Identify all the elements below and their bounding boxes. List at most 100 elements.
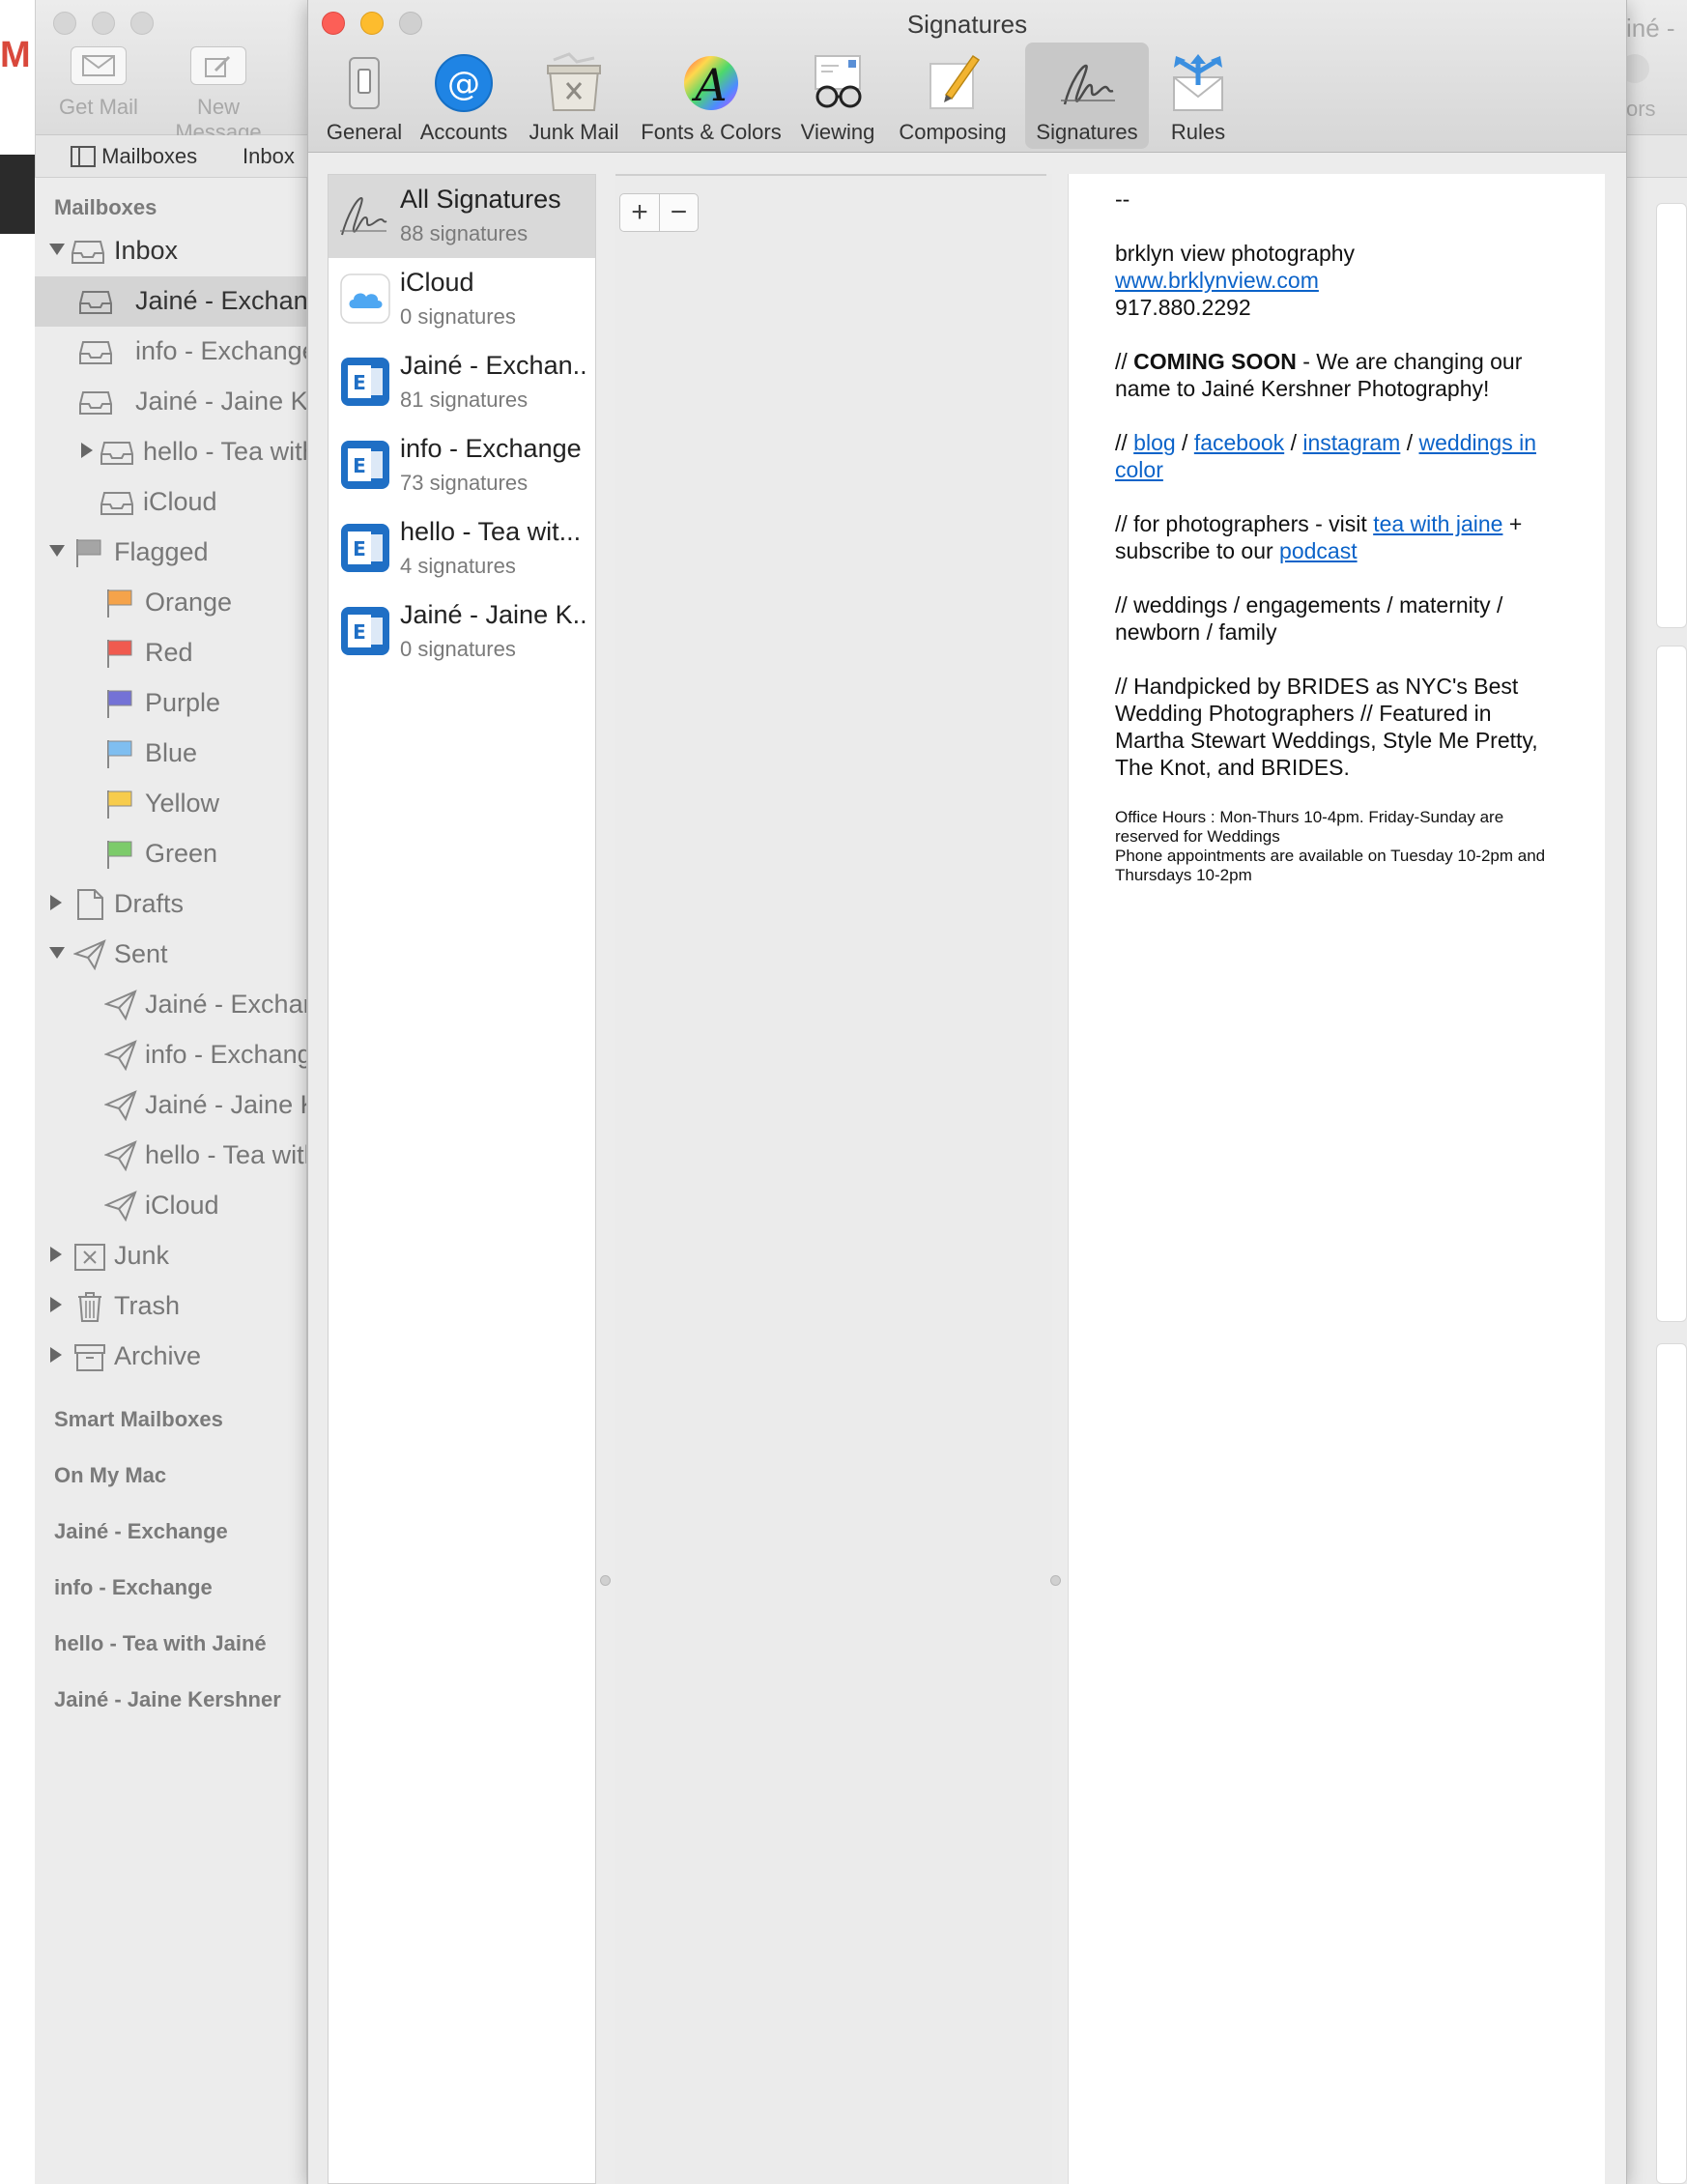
message-card-partial[interactable]: [1656, 203, 1687, 628]
account-row-hello-tea[interactable]: E hello - Tea wit... 4 signatures: [329, 507, 595, 590]
trash-can-icon: [78, 1292, 101, 1322]
sidebar-item-flag-green[interactable]: Green: [35, 829, 306, 879]
sidebar-item-label: Purple: [145, 688, 221, 717]
signature-website-link[interactable]: www.brklynview.com: [1115, 268, 1319, 293]
disclosure-closed-icon[interactable]: [48, 1295, 64, 1314]
sidebar-item-flag-blue[interactable]: Blue: [35, 729, 306, 779]
signature-list-pane: + −: [615, 174, 1052, 2184]
sidebar-item-label: Junk: [114, 1241, 170, 1270]
disclosure-open-icon[interactable]: [48, 240, 66, 259]
tab-label: Viewing: [800, 120, 875, 144]
account-row-info-exchange[interactable]: E info - Exchange 73 signatures: [329, 424, 595, 507]
main-zoom-button[interactable]: [130, 12, 154, 35]
junk-bin-icon: [74, 1244, 105, 1271]
signature-preview[interactable]: -- brklyn view photography www.brklynvie…: [1068, 174, 1605, 2184]
sidebar-item-sent-jaine-exchange[interactable]: Jainé - Exchange: [35, 980, 306, 1030]
mailboxes-toggle-button[interactable]: Mailboxes: [71, 144, 197, 169]
pane-resize-handle[interactable]: [600, 1575, 611, 1586]
svg-text:E: E: [353, 454, 366, 477]
new-message-button[interactable]: New Message: [156, 46, 281, 145]
tab-accounts[interactable]: @ Accounts: [415, 43, 513, 149]
tab-signatures[interactable]: Signatures: [1025, 43, 1149, 149]
inbox-tray-icon: [79, 341, 112, 364]
remove-signature-button[interactable]: −: [659, 194, 698, 231]
sidebar-item-sent-icloud[interactable]: iCloud: [35, 1181, 306, 1231]
tab-junk-mail[interactable]: Junk Mail: [523, 43, 625, 149]
disclosure-closed-icon[interactable]: [48, 893, 64, 912]
sent-paper-plane-icon: [104, 1090, 137, 1121]
sidebar-item-sent[interactable]: Sent: [35, 930, 306, 980]
sidebar-item-label: Green: [145, 839, 218, 868]
inbox-tab[interactable]: Inbox: [243, 144, 295, 169]
sidebar-item-flag-red[interactable]: Red: [35, 628, 306, 678]
tab-composing[interactable]: Composing: [890, 43, 1015, 149]
main-close-button[interactable]: [53, 12, 76, 35]
account-row-jaine-exchange[interactable]: E Jainé - Exchan... 81 signatures: [329, 341, 595, 424]
message-card-partial[interactable]: [1656, 646, 1687, 1322]
sidebar-item-label: Flagged: [114, 537, 209, 566]
sidebar-item-label: Sent: [114, 939, 168, 968]
inbox-tab-label: Inbox: [243, 144, 295, 168]
sidebar-item-inbox-info-exchange[interactable]: info - Exchange: [35, 327, 306, 377]
sent-paper-plane-icon: [104, 990, 137, 1020]
facebook-link[interactable]: facebook: [1194, 430, 1284, 455]
sidebar-item-label: iCloud: [145, 1191, 219, 1220]
signatures-preferences-window: Signatures General @ Accounts Junk Mail …: [307, 0, 1627, 2184]
inbox-tray-icon: [79, 391, 112, 415]
sidebar-item-sent-hello-tea[interactable]: hello - Tea with Jainé: [35, 1131, 306, 1181]
separator: /: [1400, 430, 1419, 455]
sidebar-item-flag-yellow[interactable]: Yellow: [35, 779, 306, 829]
disclosure-open-icon[interactable]: [48, 943, 66, 963]
podcast-link[interactable]: podcast: [1279, 538, 1358, 563]
tab-fonts-colors[interactable]: A Fonts & Colors: [635, 43, 787, 149]
instagram-link[interactable]: instagram: [1302, 430, 1400, 455]
sidebar-item-drafts[interactable]: Drafts: [35, 879, 306, 930]
tab-viewing[interactable]: Viewing: [795, 43, 880, 149]
sidebar-section-on-my-mac[interactable]: On My Mac: [54, 1463, 166, 1488]
account-row-all-signatures[interactable]: All Signatures 88 signatures: [329, 175, 595, 258]
sidebar-item-junk[interactable]: Junk: [35, 1231, 306, 1281]
sidebar-section-mailboxes[interactable]: Mailboxes: [54, 195, 157, 220]
sidebar-item-sent-info-exchange[interactable]: info - Exchange: [35, 1030, 306, 1080]
sidebar-item-sent-jaine-kershner[interactable]: Jainé - Jaine Kershner: [35, 1080, 306, 1131]
signature-count: 73 signatures: [400, 471, 529, 495]
tab-label: Signatures: [1036, 120, 1138, 144]
sidebar-item-inbox[interactable]: Inbox: [35, 226, 306, 276]
sidebar-section-jaine-exchange[interactable]: Jainé - Exchange: [54, 1519, 228, 1544]
disclosure-closed-icon[interactable]: [79, 441, 95, 460]
sidebar-item-archive[interactable]: Archive: [35, 1332, 306, 1382]
sidebar-section-jaine-kershner[interactable]: Jainé - Jaine Kershner: [54, 1687, 281, 1712]
sidebar-item-flag-orange[interactable]: Orange: [35, 578, 306, 628]
add-signature-button[interactable]: +: [620, 194, 659, 231]
main-window-title: iné -: [1626, 14, 1675, 43]
tab-label: Rules: [1170, 120, 1226, 144]
sent-paper-plane-icon: [104, 1191, 137, 1221]
sidebar-item-label: hello - Tea with Jainé: [143, 437, 306, 466]
get-mail-button[interactable]: Get Mail: [45, 46, 152, 120]
account-row-jaine-kershner[interactable]: E Jainé - Jaine K... 0 signatures: [329, 590, 595, 674]
blog-link[interactable]: blog: [1133, 430, 1175, 455]
sidebar-item-inbox-hello-tea[interactable]: hello - Tea with Jainé: [35, 427, 306, 477]
junk-bin-icon: [547, 52, 601, 111]
sidebar-item-trash[interactable]: Trash: [35, 1281, 306, 1332]
sidebar-item-inbox-icloud[interactable]: iCloud: [35, 477, 306, 528]
disclosure-closed-icon[interactable]: [48, 1245, 64, 1264]
sidebar-section-smart-mailboxes[interactable]: Smart Mailboxes: [54, 1407, 223, 1432]
sidebar-item-flag-purple[interactable]: Purple: [35, 678, 306, 729]
sidebar-item-flagged[interactable]: Flagged: [35, 528, 306, 578]
tab-general[interactable]: General: [322, 43, 407, 149]
tab-label: Fonts & Colors: [641, 120, 782, 144]
main-minimize-button[interactable]: [92, 12, 115, 35]
disclosure-closed-icon[interactable]: [48, 1345, 64, 1365]
account-row-icloud[interactable]: iCloud 0 signatures: [329, 258, 595, 341]
sidebar-section-info-exchange[interactable]: info - Exchange: [54, 1575, 213, 1600]
pane-resize-handle[interactable]: [1050, 1575, 1061, 1586]
tea-with-jaine-link[interactable]: tea with jaine: [1373, 511, 1502, 536]
tab-rules[interactable]: Rules: [1157, 43, 1240, 149]
sidebar-item-inbox-jaine-kershner[interactable]: Jainé - Jaine Kershner: [35, 377, 306, 427]
sidebar-item-inbox-jaine-exchange[interactable]: Jainé - Exchange: [35, 276, 306, 327]
disclosure-open-icon[interactable]: [48, 541, 66, 560]
sidebar-section-hello-tea[interactable]: hello - Tea with Jainé: [54, 1631, 267, 1656]
message-card-partial[interactable]: [1656, 1343, 1687, 2184]
signature-contact-block: brklyn view photography www.brklynview.c…: [1115, 240, 1558, 321]
